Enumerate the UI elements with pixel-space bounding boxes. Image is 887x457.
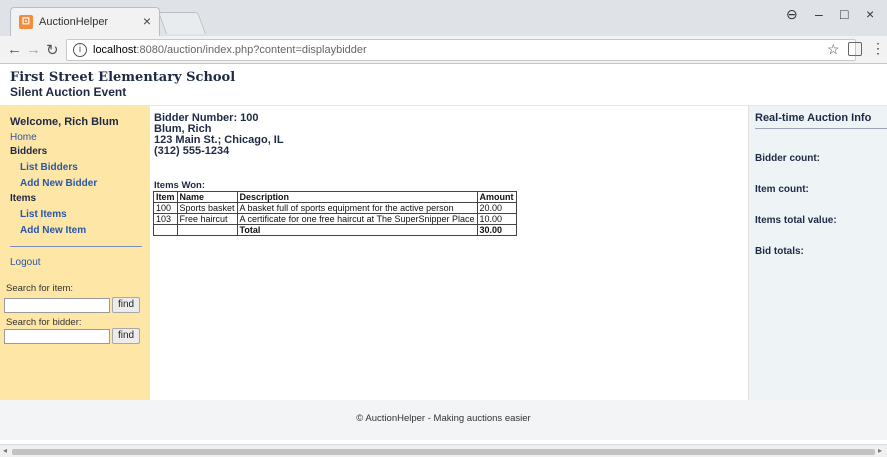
new-tab-button[interactable] [157,12,207,34]
table-cell: A basket full of sports equipment for th… [236,202,478,214]
bidder-count-label: Bidder count: [755,153,820,164]
bidder-phone: (312) 555-1234 [154,145,230,157]
page: First Street Elementary School Silent Au… [0,64,887,444]
bidders-heading: Bidders [10,146,48,157]
bid-totals-label: Bid totals: [755,246,804,257]
table-cell [153,224,178,236]
auction-info-divider [755,128,887,129]
total-label: Total [236,224,478,236]
search-item-input[interactable] [4,298,110,313]
browser-tab[interactable]: ⊡ AuctionHelper × [10,7,160,36]
bookmark-star-icon[interactable]: ☆ [827,41,840,58]
table-cell: A certificate for one free haircut at Th… [236,213,478,225]
address-url[interactable]: localhost:8080/auction/index.php?content… [93,44,367,56]
add-bidder-link[interactable]: Add New Bidder [20,178,97,189]
reload-icon[interactable]: ↻ [46,41,59,59]
footer: © AuctionHelper - Making auctions easier [0,400,887,440]
table-cell: 100 [153,202,178,214]
search-bidder-label: Search for bidder: [6,317,82,328]
items-won-table: Item Name Description Amount 100 Sports … [153,191,517,236]
column-header: Item [153,191,178,203]
items-heading: Items [10,193,37,204]
site-subtitle: Silent Auction Event [10,85,127,99]
welcome-text: Welcome, Rich Blum [10,116,119,128]
search-bidder-input[interactable] [4,329,110,344]
find-item-button[interactable]: find [112,297,140,313]
close-window-icon[interactable]: × [866,6,874,22]
address-bar[interactable]: i localhost:8080/auction/index.php?conte… [66,39,856,61]
find-bidder-button[interactable]: find [112,328,140,344]
horizontal-scrollbar[interactable]: ◂ ▸ [0,444,887,457]
sidebar: Welcome, Rich Blum Home Bidders List Bid… [0,106,150,400]
total-amount: 30.00 [476,224,517,236]
scroll-left-icon[interactable]: ◂ [3,446,7,455]
browser-toolbar: ← → ↻ i localhost:8080/auction/index.php… [0,36,887,64]
logout-link[interactable]: Logout [10,257,41,268]
add-item-link[interactable]: Add New Item [20,225,86,236]
column-header: Amount [476,191,517,203]
table-row: 100 Sports basket A basket full of sport… [153,202,517,214]
scrollbar-thumb[interactable] [12,449,875,455]
back-arrow-icon[interactable]: ← [7,41,22,58]
auction-info-panel: Real-time Auction Info Bidder count: Ite… [748,106,887,400]
table-cell [176,224,238,236]
maximize-icon[interactable]: □ [840,6,848,22]
items-won-label: Items Won: [154,180,206,191]
auction-favicon-icon: ⊡ [19,15,33,29]
auction-info-title: Real-time Auction Info [755,112,872,124]
forward-arrow-icon[interactable]: → [26,41,41,58]
list-items-link[interactable]: List Items [20,209,67,220]
home-link[interactable]: Home [10,132,37,143]
sidebar-divider [10,246,142,247]
column-header: Description [236,191,478,203]
search-item-label: Search for item: [6,283,74,294]
tab-close-icon[interactable]: × [143,13,151,29]
site-header: First Street Elementary School Silent Au… [0,64,887,106]
table-header-row: Item Name Description Amount [153,191,517,203]
table-total-row: Total 30.00 [153,224,517,236]
table-cell: 10.00 [476,213,517,225]
table-cell: 103 [153,213,178,225]
scroll-right-icon[interactable]: ▸ [878,446,882,455]
browser-tab-bar: ⊡ AuctionHelper × ⊖ – □ × [0,0,887,36]
browser-menu-icon[interactable]: ⋮ [871,40,885,57]
items-total-value-label: Items total value: [755,215,837,226]
footer-text: © AuctionHelper - Making auctions easier [356,413,531,424]
table-row: 103 Free haircut A certificate for one f… [153,213,517,225]
main-content: Bidder Number: 100 Blum, Rich 123 Main S… [150,106,748,400]
column-header: Name [176,191,238,203]
table-cell: Free haircut [176,213,238,225]
tab-title: AuctionHelper [39,16,109,28]
table-cell: Sports basket [176,202,238,214]
item-count-label: Item count: [755,184,809,195]
account-icon[interactable]: ⊖ [786,6,798,23]
table-cell: 20.00 [476,202,517,214]
site-info-icon[interactable]: i [73,43,87,57]
site-title: First Street Elementary School [10,70,236,85]
extension-icon[interactable] [848,42,862,56]
minimize-icon[interactable]: – [815,6,823,22]
list-bidders-link[interactable]: List Bidders [20,162,78,173]
